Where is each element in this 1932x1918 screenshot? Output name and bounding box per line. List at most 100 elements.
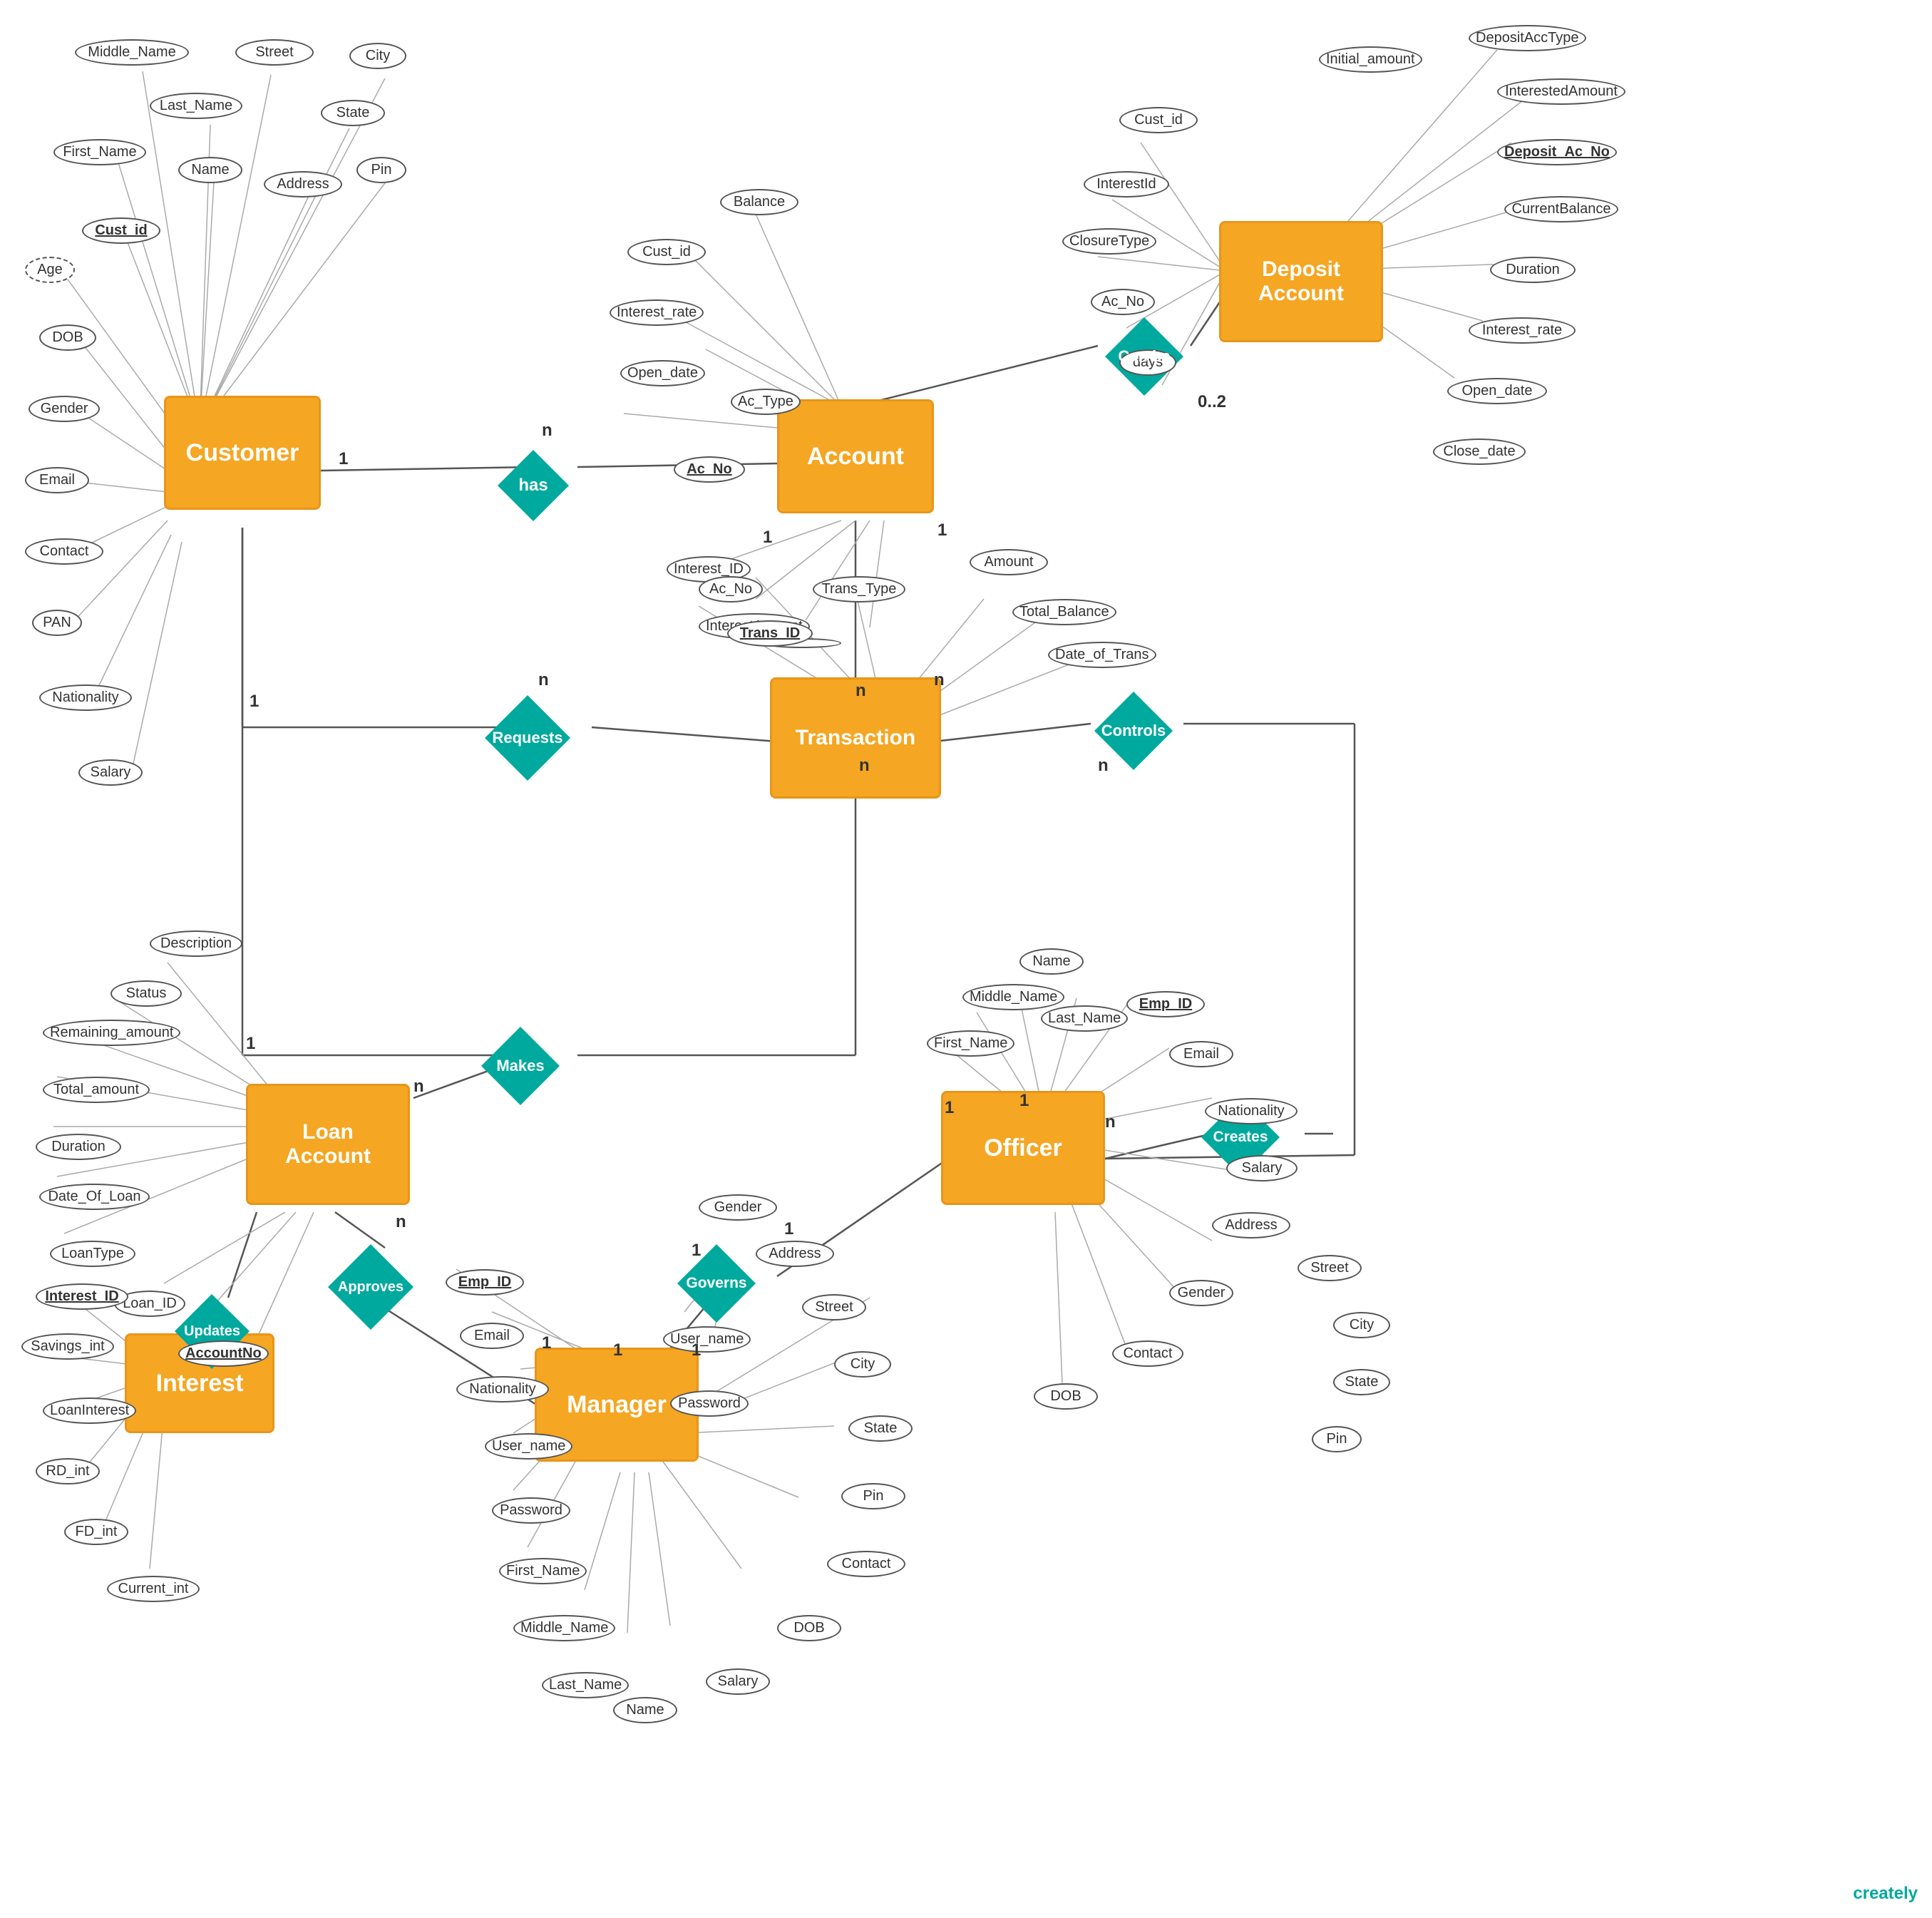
- card-off-n: n: [1105, 1112, 1116, 1132]
- attr-status-loan: Status: [111, 980, 182, 1007]
- attr-first-name-off: First_Name: [927, 1030, 1014, 1057]
- attr-total-amount: Total_amount: [43, 1077, 150, 1103]
- card-deposit-cbe: 0..2: [1198, 392, 1226, 412]
- card-trans-below: n: [855, 681, 866, 701]
- attr-name-off: Name: [1019, 948, 1084, 975]
- attr-cust-id-dep: Cust_id: [1119, 107, 1198, 133]
- attr-gender-cust: Gender: [29, 396, 100, 422]
- attr-trans-type: Trans_Type: [813, 576, 905, 602]
- attr-street-off: Street: [1298, 1255, 1362, 1281]
- attr-current-balance-dep: CurrentBalance: [1504, 196, 1618, 222]
- attr-last-name: Last_Name: [150, 93, 242, 119]
- entity-customer: Customer: [164, 396, 321, 510]
- card-cust-makes: 1: [246, 1034, 255, 1054]
- attr-user-name-gov: User_name: [663, 1326, 751, 1353]
- attr-name-cust: Name: [178, 157, 242, 183]
- attr-email-cust: Email: [25, 467, 89, 493]
- attr-current-int: Current_int: [107, 1576, 200, 1602]
- attr-dob-off: DOB: [1034, 1383, 1098, 1410]
- attr-total-balance: Total_Balance: [1012, 599, 1116, 625]
- attr-trans-id: Trans_ID: [727, 620, 813, 647]
- attr-age-cust: Age: [25, 257, 75, 283]
- attr-interest-id-dep: InterestId: [1084, 171, 1169, 198]
- card-loan-app: n: [396, 1212, 406, 1232]
- attr-loan-interest: LoanInterest: [43, 1398, 136, 1424]
- attr-address-cust: Address: [264, 171, 342, 198]
- attr-pin-cust: Pin: [356, 157, 406, 183]
- card-app-mgr: 1: [542, 1333, 551, 1353]
- card-mgr-1: 1: [613, 1340, 622, 1360]
- card-trans-ctrl: n: [934, 670, 945, 690]
- attr-password-gov: Password: [670, 1390, 749, 1417]
- attr-fd-int: FD_int: [64, 1519, 128, 1545]
- attr-initial-amount: Initial_amount: [1319, 46, 1422, 73]
- attr-gender-off: Gender: [1169, 1280, 1233, 1306]
- attr-gender-mgr: Gender: [699, 1194, 777, 1221]
- attr-nationality-off: Nationality: [1205, 1098, 1298, 1124]
- attr-city-mgr: City: [834, 1351, 891, 1378]
- card-trans-makes: n: [859, 756, 870, 776]
- diagram-lines: [0, 0, 1932, 1918]
- attr-dob-mgr: DOB: [777, 1615, 841, 1641]
- card-off-1: 1: [945, 1098, 954, 1118]
- attr-email-mgr: Email: [460, 1323, 524, 1349]
- attr-dep-acc-type: DepositAccType: [1469, 25, 1586, 51]
- attr-interested-amount: InterestedAmount: [1497, 78, 1625, 105]
- attr-ac-no-trans: Ac_No: [699, 576, 763, 602]
- attr-date-of-trans: Date_of_Trans: [1048, 642, 1156, 668]
- attr-interest-id: Interest_ID: [36, 1283, 128, 1310]
- attr-state-mgr: State: [848, 1415, 913, 1442]
- card-account-deposit1: 1: [937, 520, 947, 540]
- entity-account: Account: [777, 399, 934, 513]
- attr-middle-name-mgr: Middle_Name: [513, 1615, 615, 1641]
- attr-street-mgr: Street: [802, 1294, 866, 1320]
- card-gov-1: 1: [692, 1241, 701, 1261]
- attr-contact-cust: Contact: [25, 538, 103, 565]
- attr-pin-mgr: Pin: [841, 1483, 905, 1509]
- watermark: creately: [1853, 1884, 1918, 1904]
- attr-user-name-mgr: User_name: [485, 1433, 572, 1460]
- attr-street: Street: [235, 39, 314, 66]
- attr-password-mgr: Password: [492, 1497, 570, 1524]
- card-mgr-gov: 1: [692, 1340, 701, 1360]
- attr-name-mgr: Name: [613, 1697, 677, 1723]
- attr-open-date-acc: Open_date: [620, 360, 705, 386]
- card-account-trans: 1: [763, 528, 772, 548]
- attr-duration-dep: Duration: [1490, 257, 1576, 283]
- attr-deposit-ac-no: Deposit_Ac_No: [1497, 139, 1617, 165]
- attr-closure-type: ClosureType: [1062, 228, 1156, 255]
- attr-emp-id-off: Emp_ID: [1126, 991, 1205, 1017]
- er-diagram: Customer Account DepositAccount Transact…: [0, 0, 1932, 1918]
- attr-close-date-dep: Close_date: [1433, 439, 1526, 465]
- attr-ac-no-dep: Ac_No: [1091, 289, 1155, 315]
- attr-cust-id-acc: Cust_id: [627, 239, 706, 265]
- attr-duration-loan: Duration: [36, 1134, 121, 1160]
- attr-loan-type: LoanType: [50, 1241, 135, 1267]
- attr-dob-cust: DOB: [39, 324, 96, 351]
- attr-description-loan: Description: [150, 930, 242, 957]
- attr-state-cust: State: [321, 100, 385, 126]
- attr-first-name: First_Name: [53, 139, 146, 165]
- attr-last-name-off: Last_Name: [1041, 1005, 1128, 1032]
- attr-cust-id-cust: Cust_id: [82, 217, 160, 244]
- attr-ac-no: Ac_No: [674, 456, 745, 483]
- attr-middle-name: Middle_Name: [75, 39, 189, 66]
- attr-savings-int: Savings_int: [21, 1333, 114, 1360]
- attr-email-off: Email: [1169, 1041, 1233, 1067]
- attr-middle-name-off: Middle_Name: [962, 984, 1064, 1010]
- card-req-n: n: [538, 670, 549, 690]
- card-customer-has: 1: [339, 449, 348, 469]
- attr-contact-mgr: Contact: [827, 1551, 905, 1577]
- attr-pan-cust: PAN: [32, 610, 82, 636]
- attr-city-off: City: [1333, 1312, 1390, 1338]
- attr-interest-rate-acc: Interest_rate: [610, 299, 704, 326]
- attr-salary-cust: Salary: [78, 759, 143, 786]
- card-has-account: n: [542, 421, 553, 441]
- attr-address-mgr: Address: [756, 1241, 834, 1267]
- attr-amount-trans: Amount: [970, 549, 1048, 575]
- card-off-2: 1: [1019, 1091, 1029, 1111]
- entity-loan-account: LoanAccount: [246, 1084, 410, 1205]
- attr-days-dep: days: [1119, 349, 1176, 376]
- attr-first-name-mgr: First_Name: [499, 1558, 587, 1584]
- attr-interest-rate-dep: Interest_rate: [1469, 317, 1576, 344]
